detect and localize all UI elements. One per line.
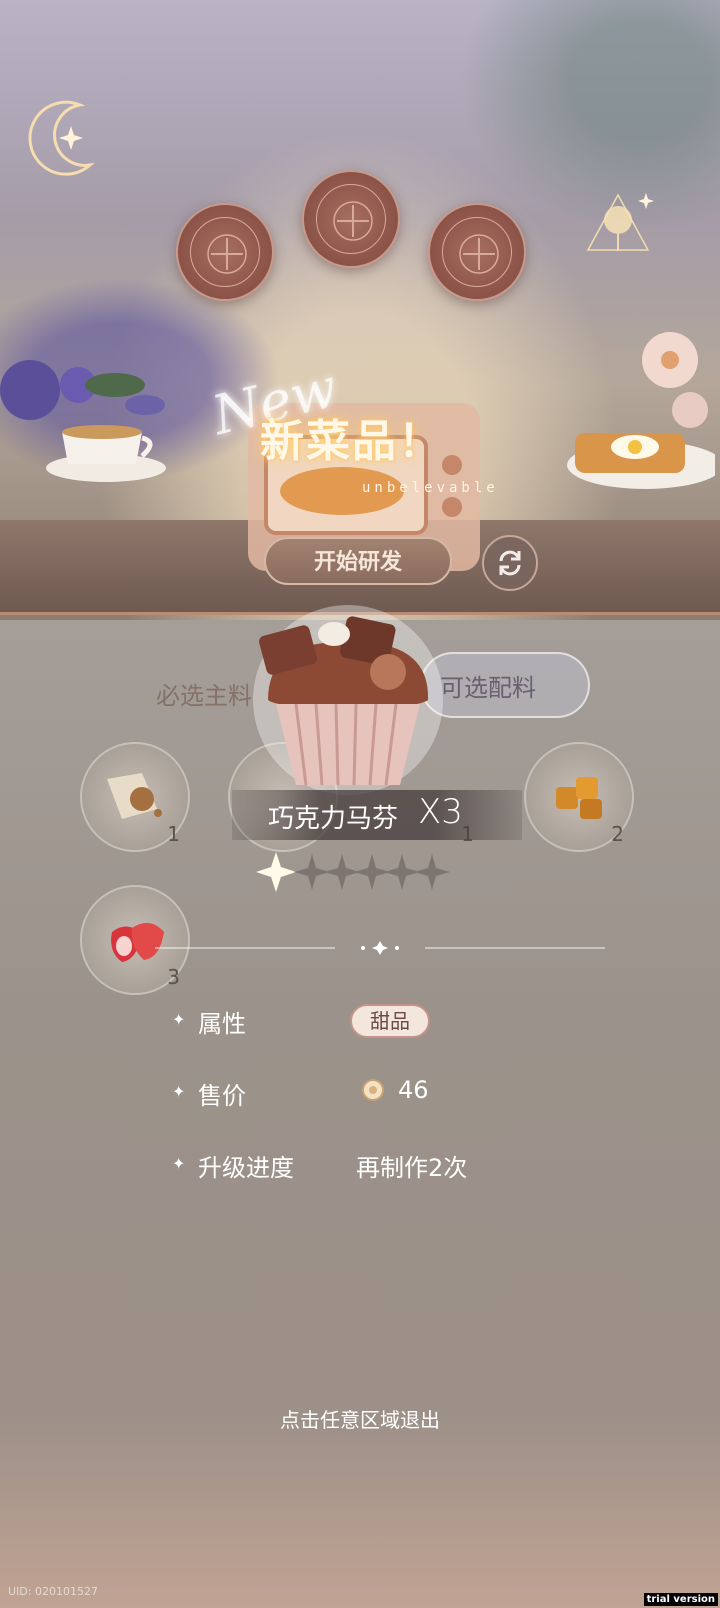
daisy-decoration [642,332,708,428]
recipe-slot-2[interactable] [302,170,400,268]
upgrade-progress-value: 再制作2次 [356,1154,468,1182]
tab-main-ingredients[interactable]: 必选主料 [156,676,252,711]
toast-plate-decoration [567,433,715,489]
grain-sack-icon [107,773,162,819]
dish-name: 巧克力马芬 [268,804,399,834]
rose-bell-jar-icon[interactable] [578,185,658,265]
ingredient-count: 3 [167,965,180,989]
caramel-icon [556,777,602,819]
plus-icon [207,234,247,274]
ingredient-grain-sack[interactable]: 1 [80,742,190,852]
upgrade-progress-label: 升级进度 [198,1154,294,1182]
user-id: UID: 020101527 [8,1585,98,1598]
ingredient-count: 1 [167,822,180,846]
coffee-cup-decoration [46,425,166,482]
refresh-button[interactable] [482,535,538,591]
plus-icon [459,234,499,274]
plus-icon [333,201,373,241]
section-divider [155,941,605,955]
tap-to-exit-hint[interactable]: 点击任意区域退出 [0,1404,720,1433]
price-label: 售价 [198,1082,246,1110]
ingredient-caramel[interactable]: 2 [524,742,634,852]
tab-optional-label: 可选配料 [440,674,536,702]
sparkle-icon: ✦ [172,1010,186,1029]
dish-star-rating [256,852,450,892]
new-dish-title: 新菜品！ [260,416,444,467]
price-value: 46 [398,1076,429,1104]
recipe-slot-1[interactable] [176,203,274,301]
start-research-button[interactable]: 开始研发 [264,537,452,585]
star-filled-icon [256,852,296,892]
ingredient-count: 2 [611,822,624,846]
trial-version-badge: trial version [643,1593,718,1606]
crescent-moon-icon [28,100,95,176]
new-dish-subtitle: unbelevable [362,480,499,496]
chocolate-muffin-image [253,605,443,795]
coin-icon [362,1079,384,1101]
dish-count: X3 [418,792,463,832]
recipe-slot-3[interactable] [428,203,526,301]
sparkle-icon: ✦ [172,1154,186,1173]
attribute-label: 属性 [198,1010,246,1038]
sparkle-icon: ✦ [172,1082,186,1101]
star-empty-icon [414,854,450,890]
category-tag: 甜品 [350,1004,430,1038]
refresh-icon [499,550,521,576]
